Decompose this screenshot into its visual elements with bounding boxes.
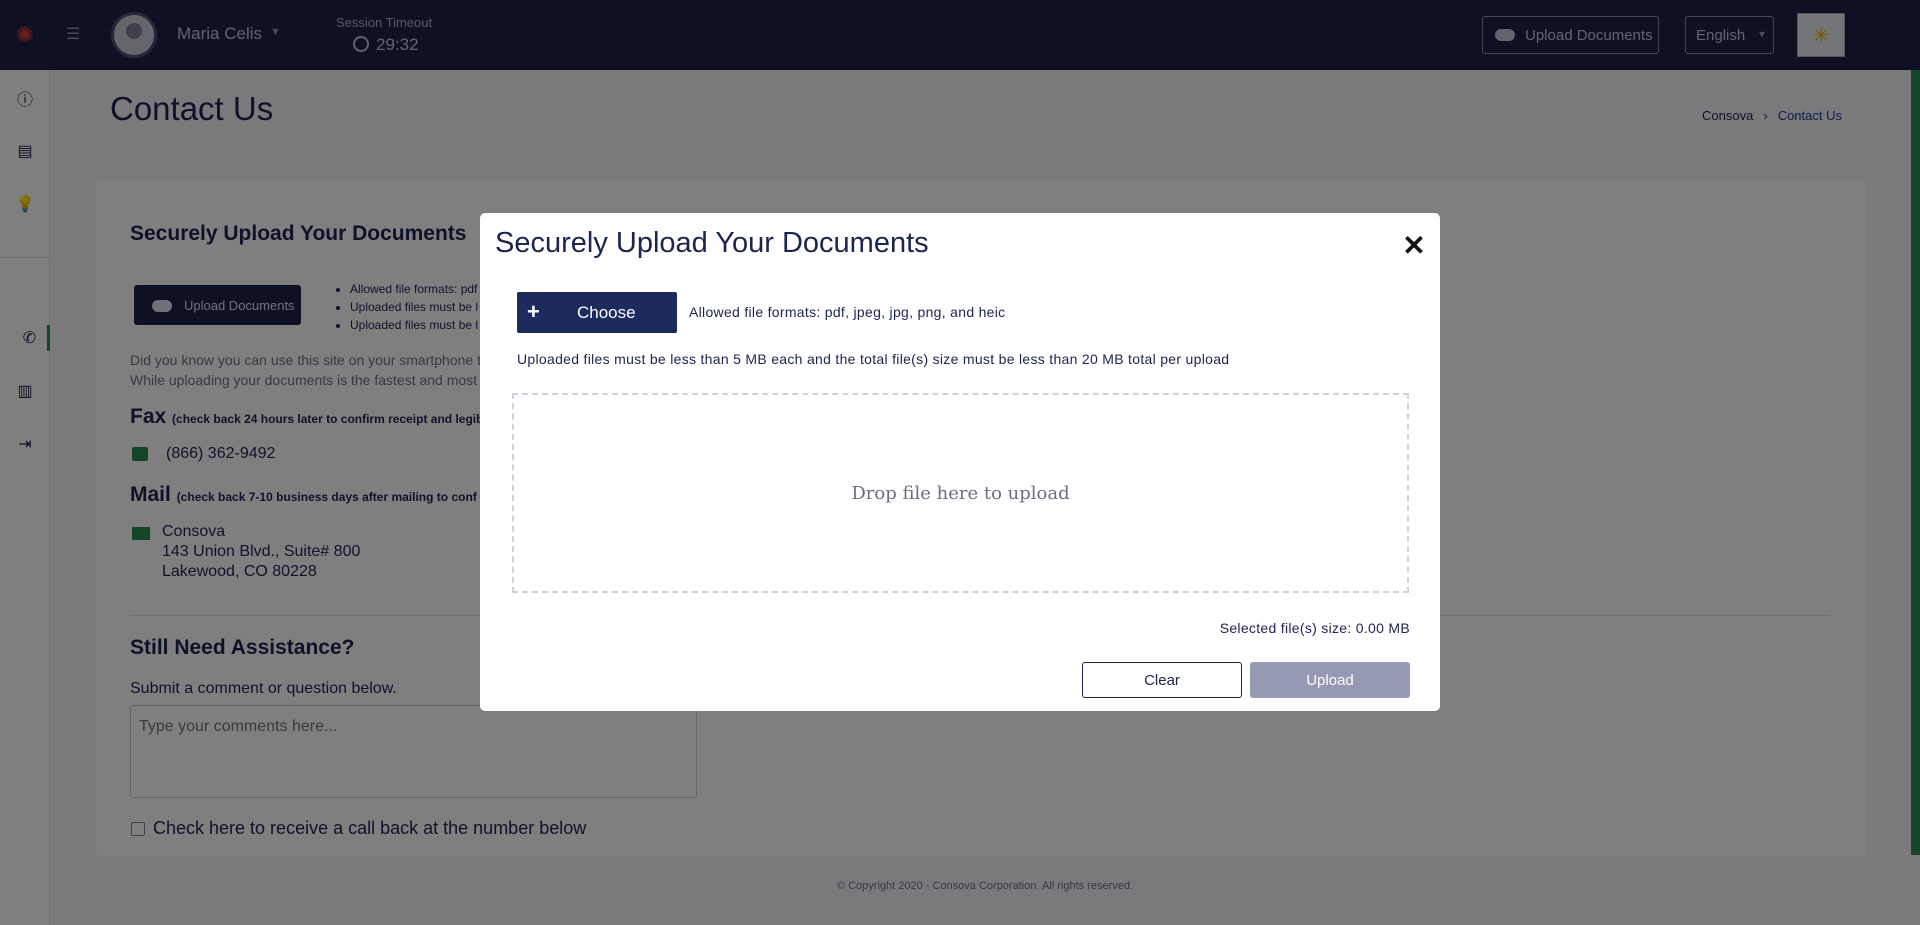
upload-button[interactable]: Upload: [1250, 662, 1410, 698]
choose-file-button[interactable]: + Choose: [517, 292, 677, 333]
file-drop-zone[interactable]: Drop file here to upload: [512, 393, 1409, 593]
modal-title: Securely Upload Your Documents: [495, 227, 929, 259]
choose-label: Choose: [577, 303, 636, 322]
clear-button[interactable]: Clear: [1082, 662, 1242, 698]
selected-size-text: Selected file(s) size: 0.00 MB: [1219, 620, 1410, 636]
allowed-formats-text: Allowed file formats: pdf, jpeg, jpg, pn…: [689, 304, 1006, 320]
drop-zone-text: Drop file here to upload: [851, 482, 1070, 504]
close-icon[interactable]: ✕: [1401, 232, 1427, 260]
size-limit-text: Uploaded files must be less than 5 MB ea…: [517, 351, 1230, 367]
plus-icon: +: [527, 299, 540, 324]
upload-modal: Securely Upload Your Documents ✕ + Choos…: [480, 213, 1440, 711]
